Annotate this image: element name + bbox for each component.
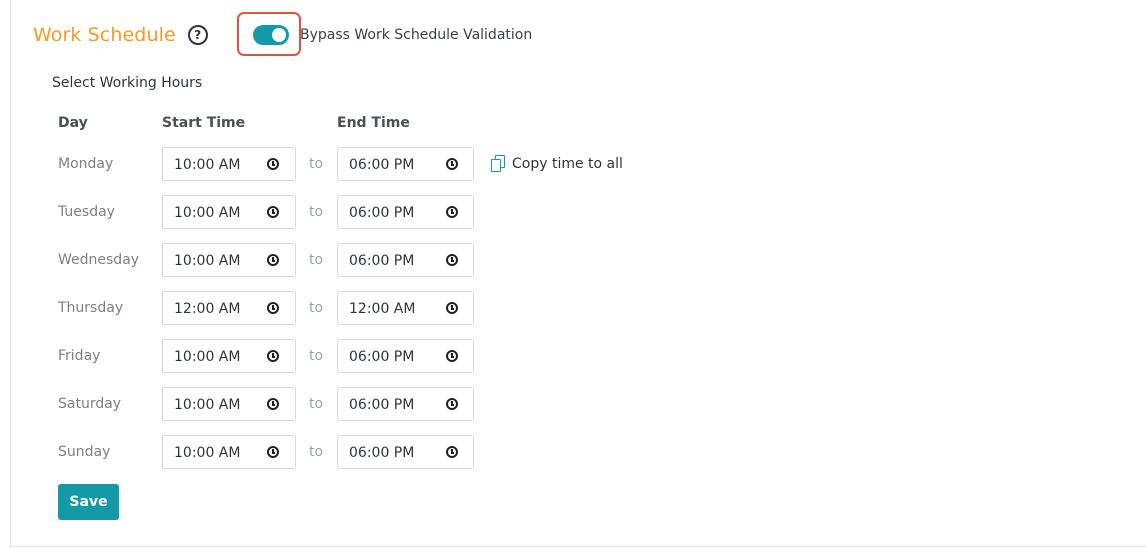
copy-time-to-all-label: Copy time to all [512, 156, 623, 172]
start-time-input[interactable]: 10:00 AM [162, 195, 296, 229]
start-time-input[interactable]: 10:00 AM [162, 387, 296, 421]
schedule-row-tuesday: Tuesday 10:00 AM to 06:00 PM [11, 195, 711, 229]
clock-icon[interactable] [446, 446, 458, 458]
start-time-value: 10:00 AM [174, 157, 241, 173]
page-title: Work Schedule [33, 24, 176, 46]
clock-icon[interactable] [267, 158, 279, 170]
end-time-value: 06:00 PM [349, 445, 415, 461]
end-time-value: 12:00 AM [349, 301, 416, 317]
clock-icon[interactable] [446, 206, 458, 218]
day-label: Tuesday [58, 204, 115, 220]
to-separator: to [309, 204, 324, 220]
clock-icon[interactable] [267, 446, 279, 458]
end-time-value: 06:00 PM [349, 349, 415, 365]
clock-icon[interactable] [267, 254, 279, 266]
clock-icon[interactable] [446, 398, 458, 410]
to-separator: to [309, 444, 324, 460]
to-separator: to [309, 252, 324, 268]
schedule-row-saturday: Saturday 10:00 AM to 06:00 PM [11, 387, 711, 421]
day-label: Saturday [58, 396, 122, 412]
clock-icon[interactable] [267, 398, 279, 410]
end-time-input[interactable]: 06:00 PM [337, 387, 474, 421]
schedule-row-wednesday: Wednesday 10:00 AM to 06:00 PM [11, 243, 711, 277]
question-circle-icon[interactable]: ? [187, 25, 208, 45]
select-working-hours-label: Select Working Hours [52, 75, 203, 91]
day-label: Thursday [58, 300, 124, 316]
end-time-column-header: End Time [337, 115, 410, 131]
save-button[interactable]: Save [58, 484, 119, 520]
start-time-value: 10:00 AM [174, 397, 241, 413]
bypass-validation-toggle[interactable] [253, 25, 289, 45]
schedule-row-monday: Monday 10:00 AM to 06:00 PM Copy time to… [11, 147, 711, 181]
clock-icon[interactable] [267, 350, 279, 362]
start-time-column-header: Start Time [162, 115, 246, 131]
start-time-value: 10:00 AM [174, 253, 241, 269]
start-time-value: 10:00 AM [174, 205, 241, 221]
clock-icon[interactable] [446, 158, 458, 170]
work-schedule-header: Work Schedule ? [33, 20, 208, 50]
day-label: Wednesday [58, 252, 140, 268]
day-label: Monday [58, 156, 114, 172]
start-time-input[interactable]: 10:00 AM [162, 243, 296, 277]
end-time-input[interactable]: 06:00 PM [337, 339, 474, 373]
day-column-header: Day [58, 115, 88, 131]
end-time-value: 06:00 PM [349, 397, 415, 413]
start-time-value: 10:00 AM [174, 349, 241, 365]
bypass-validation-label: Bypass Work Schedule Validation [300, 27, 533, 43]
schedule-row-sunday: Sunday 10:00 AM to 06:00 PM [11, 435, 711, 469]
to-separator: to [309, 300, 324, 316]
end-time-value: 06:00 PM [349, 253, 415, 269]
start-time-value: 10:00 AM [174, 445, 241, 461]
clock-icon[interactable] [446, 254, 458, 266]
clock-icon[interactable] [267, 302, 279, 314]
schedule-row-thursday: Thursday 12:00 AM to 12:00 AM [11, 291, 711, 325]
to-separator: to [309, 156, 324, 172]
toggle-knob [272, 28, 286, 42]
start-time-input[interactable]: 10:00 AM [162, 147, 296, 181]
start-time-input[interactable]: 12:00 AM [162, 291, 296, 325]
start-time-input[interactable]: 10:00 AM [162, 339, 296, 373]
end-time-input[interactable]: 06:00 PM [337, 435, 474, 469]
work-schedule-panel: Work Schedule ? Bypass Work Schedule Val… [10, 0, 1146, 547]
copy-time-to-all-button[interactable]: Copy time to all [490, 154, 623, 174]
start-time-input[interactable]: 10:00 AM [162, 435, 296, 469]
clock-icon[interactable] [446, 302, 458, 314]
end-time-input[interactable]: 06:00 PM [337, 147, 474, 181]
clock-icon[interactable] [446, 350, 458, 362]
to-separator: to [309, 396, 324, 412]
clock-icon[interactable] [267, 206, 279, 218]
end-time-input[interactable]: 06:00 PM [337, 195, 474, 229]
day-label: Sunday [58, 444, 111, 460]
to-separator: to [309, 348, 324, 364]
copy-icon [490, 155, 506, 173]
end-time-input[interactable]: 12:00 AM [337, 291, 474, 325]
schedule-row-friday: Friday 10:00 AM to 06:00 PM [11, 339, 711, 373]
start-time-value: 12:00 AM [174, 301, 241, 317]
end-time-value: 06:00 PM [349, 205, 415, 221]
end-time-value: 06:00 PM [349, 157, 415, 173]
end-time-input[interactable]: 06:00 PM [337, 243, 474, 277]
day-label: Friday [58, 348, 101, 364]
